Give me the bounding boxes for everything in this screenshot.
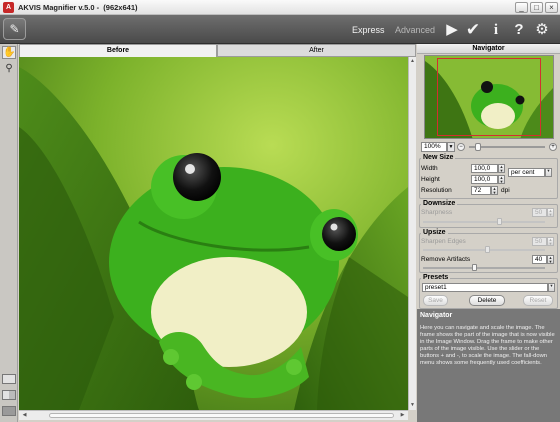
background-color-icon[interactable] (2, 406, 16, 416)
title-bar: A AKVIS Magnifier v.5.0 - (962x641) _ □ … (0, 0, 560, 15)
info-icon[interactable]: i (487, 21, 505, 39)
preset-dropdown-icon[interactable]: ▼ (548, 283, 555, 292)
close-button[interactable]: × (545, 2, 558, 13)
image-window[interactable] (19, 57, 408, 410)
help-title: Navigator (420, 312, 453, 319)
settings-gear-icon[interactable]: ⚙ (533, 21, 551, 39)
resolution-spinner[interactable]: ▲ ▼ (491, 186, 498, 195)
app-logo-icon[interactable]: ✎ (3, 18, 26, 40)
run-icon[interactable]: ▶ (443, 21, 461, 39)
navigator-preview[interactable] (424, 55, 554, 139)
remove-artifacts-value[interactable]: 40 (532, 255, 547, 264)
save-preset-button[interactable]: Save (423, 295, 448, 306)
unit-dropdown-icon[interactable]: ▼ (545, 168, 552, 177)
scroll-down-icon[interactable]: ▼ (409, 402, 416, 409)
vertical-scrollbar[interactable]: ▲ ▼ (408, 57, 416, 410)
zoom-slider-thumb[interactable] (475, 143, 481, 151)
sharpness-value[interactable]: 50 (532, 208, 547, 217)
sharpen-edges-slider[interactable] (423, 249, 545, 251)
remove-artifacts-label: Remove Artifacts (421, 256, 471, 263)
tab-before[interactable]: Before (19, 44, 217, 57)
scroll-left-icon[interactable]: ◀ (21, 412, 28, 419)
downsize-title: Downsize (421, 200, 458, 207)
sharpness-thumb[interactable] (497, 218, 502, 225)
view-split-icon[interactable] (2, 390, 16, 400)
view-tabs: Before After (19, 44, 416, 57)
zoom-out-button[interactable]: − (457, 143, 465, 151)
app-icon: A (3, 2, 14, 13)
reset-preset-button[interactable]: Reset (523, 295, 553, 306)
scroll-right-icon[interactable]: ▶ (399, 412, 406, 419)
remove-artifacts-spinner[interactable]: ▲ ▼ (547, 255, 554, 264)
delete-preset-button[interactable]: Delete (469, 295, 505, 306)
maximize-button[interactable]: □ (530, 2, 543, 13)
remove-artifacts-thumb[interactable] (472, 264, 477, 271)
zoom-tool-icon[interactable]: ⚲ (2, 62, 16, 75)
view-single-icon[interactable] (2, 374, 16, 384)
sharpen-edges-thumb[interactable] (485, 246, 490, 253)
width-label: Width (421, 165, 438, 172)
height-spinner[interactable]: ▲ ▼ (498, 175, 505, 184)
main-toolbar: ✎ Express Advanced ▶ ✔ i ? ⚙ (0, 15, 560, 44)
help-panel: Navigator Here you can navigate and scal… (417, 309, 560, 422)
help-text: Here you can navigate and scale the imag… (420, 325, 555, 366)
height-label: Height (421, 176, 440, 183)
sharpen-edges-label: Sharpen Edges (421, 238, 466, 245)
upsize-title: Upsize (421, 229, 448, 236)
sharpness-slider[interactable] (423, 221, 545, 223)
sharpness-spinner[interactable]: ▲ ▼ (547, 208, 554, 217)
new-size-title: New Size (421, 154, 456, 161)
resolution-label: Resolution (421, 187, 452, 194)
unit-select[interactable]: per cent (508, 168, 545, 177)
scroll-up-icon[interactable]: ▲ (409, 58, 416, 65)
zoom-field[interactable]: 100% (421, 142, 447, 152)
remove-artifacts-slider[interactable] (423, 267, 545, 269)
height-input[interactable]: 100,0 (471, 175, 498, 184)
hand-tool-icon[interactable]: ✋ (2, 46, 16, 59)
horizontal-scroll-thumb[interactable] (49, 413, 394, 418)
sharpness-label: Sharpness (421, 209, 453, 216)
zoom-dropdown-icon[interactable]: ▼ (447, 142, 455, 152)
preset-select[interactable]: preset1 (422, 283, 548, 292)
mode-express-tab[interactable]: Express (352, 25, 385, 35)
horizontal-scrollbar[interactable]: ◀ ▶ (19, 410, 408, 420)
help-icon[interactable]: ? (510, 21, 528, 39)
sharpen-edges-spinner[interactable]: ▲ ▼ (547, 237, 554, 246)
apply-icon[interactable]: ✔ (464, 21, 482, 39)
navigator-header: Navigator (417, 44, 560, 54)
mode-advanced-tab[interactable]: Advanced (395, 25, 435, 35)
navigator-frame[interactable] (437, 58, 541, 136)
sharpen-edges-value[interactable]: 50 (532, 237, 547, 246)
window-title: AKVIS Magnifier v.5.0 - (962x641) (18, 3, 138, 12)
width-spinner[interactable]: ▲ ▼ (498, 164, 505, 173)
frog-photo (19, 57, 408, 410)
width-input[interactable]: 100,0 (471, 164, 498, 173)
presets-title: Presets (421, 274, 451, 281)
resolution-unit: dpi (501, 187, 510, 194)
minimize-button[interactable]: _ (515, 2, 528, 13)
resolution-input[interactable]: 72 (471, 186, 491, 195)
tab-after[interactable]: After (217, 44, 416, 57)
zoom-in-button[interactable]: + (549, 143, 557, 151)
tools-panel: ✋ ⚲ (0, 44, 18, 422)
